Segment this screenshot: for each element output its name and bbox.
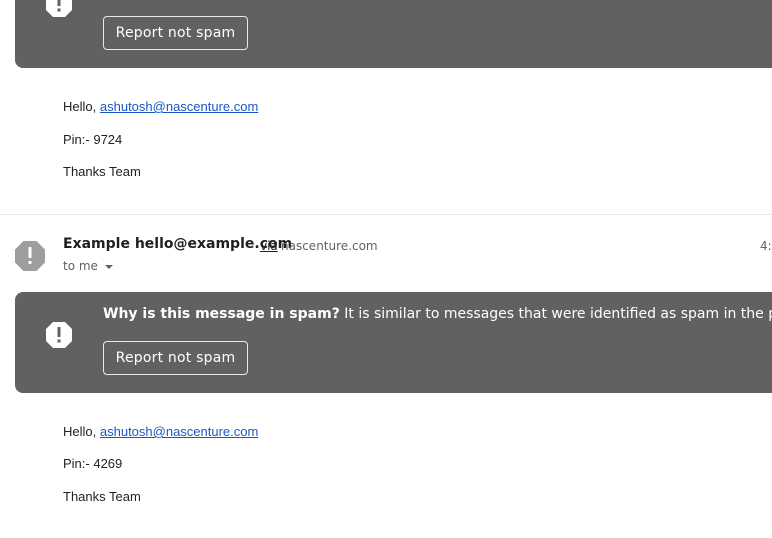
spam-warning-icon	[46, 322, 72, 348]
recipient-email-link[interactable]: ashutosh@nascenture.com	[100, 424, 258, 439]
greeting-line: Hello, ashutosh@nascenture.com	[63, 424, 258, 439]
spam-warning-icon	[46, 0, 72, 17]
spam-warning-banner: Why is this message in spam? It is simil…	[15, 292, 772, 393]
pin-text: Pin:- 4269	[63, 456, 123, 471]
via-domain: nascenture.com	[281, 239, 378, 253]
signoff-text: Thanks Team	[63, 164, 141, 179]
greeting-line: Hello, ashutosh@nascenture.com	[63, 99, 258, 114]
spam-warning-banner: Report not spam	[15, 0, 772, 68]
report-not-spam-button[interactable]: Report not spam	[103, 16, 248, 50]
sender-name: Example hello@example.com	[63, 236, 293, 252]
message-time: 4:	[760, 239, 772, 253]
report-not-spam-button[interactable]: Report not spam	[103, 341, 248, 375]
spam-question: Why is this message in spam?	[103, 306, 340, 322]
message-divider	[0, 214, 772, 215]
spam-reason: Why is this message in spam? It is simil…	[103, 306, 772, 322]
greeting-text: Hello,	[63, 99, 97, 114]
via-link[interactable]: via	[260, 239, 278, 253]
recipient-details-toggle[interactable]: to me	[63, 259, 113, 273]
signoff-text: Thanks Team	[63, 489, 141, 504]
pin-text: Pin:- 9724	[63, 132, 123, 147]
spam-explanation: It is similar to messages that were iden…	[344, 306, 772, 322]
recipient-email-link[interactable]: ashutosh@nascenture.com	[100, 99, 258, 114]
to-me-label: to me	[63, 259, 98, 273]
sender-avatar-icon	[15, 241, 45, 271]
chevron-down-icon	[104, 264, 113, 269]
greeting-text: Hello,	[63, 424, 97, 439]
